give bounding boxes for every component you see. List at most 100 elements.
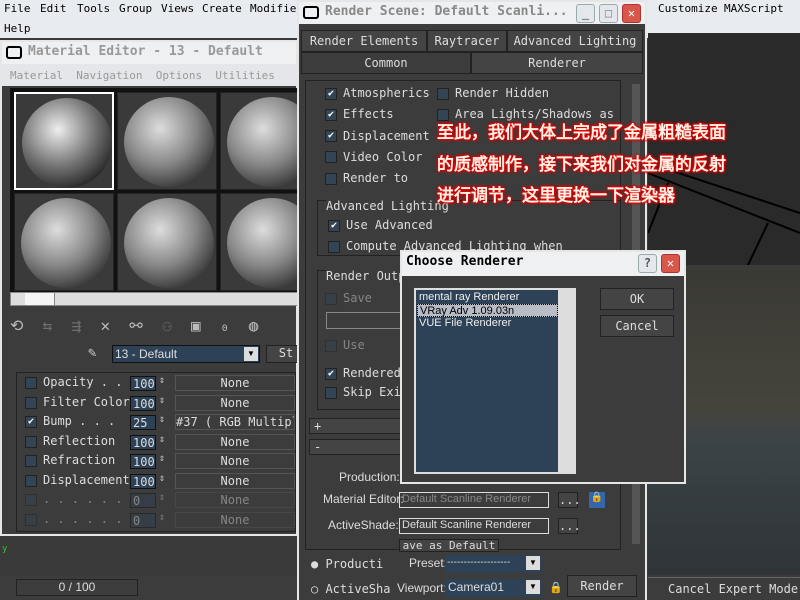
map-slot-button[interactable]: None [175,492,295,508]
map-slot-button[interactable]: None [175,472,295,489]
spinner-arrows-icon[interactable]: ⇕ [159,492,165,503]
map-slot-button[interactable]: None [175,375,295,391]
menu-file[interactable]: File [4,2,31,15]
renderer-list-item[interactable]: mental ray Renderer [417,291,558,304]
option-checkbox[interactable]: Video Color [325,150,422,168]
list-scrollbar[interactable] [558,290,574,472]
menu-create[interactable]: Create [202,2,242,15]
sample-slot[interactable] [117,193,217,291]
render-button[interactable]: Render [567,575,637,597]
time-slider-thumb[interactable]: 0 / 100 [16,579,138,596]
checkbox[interactable] [325,172,337,185]
map-slot-button[interactable]: None [175,453,295,469]
help-button[interactable]: ? [638,254,657,273]
close-button[interactable]: ✕ [622,4,641,23]
map-amount-spinner[interactable]: 100 [130,454,156,469]
sample-scrollbar[interactable] [10,292,298,306]
ok-button[interactable]: OK [600,288,674,310]
checkbox[interactable]: ✔ [325,87,337,100]
map-amount-spinner[interactable]: 100 [130,395,156,411]
menu-modifiers[interactable]: Modifie [250,2,296,15]
render-scene-title-bar[interactable]: Render Scene: Default Scanli... _ □ ✕ [299,2,645,24]
map-amount-spinner[interactable]: 0 [130,512,156,528]
viewport-lock-icon[interactable]: 🔒 [549,581,563,594]
chevron-down-icon[interactable]: ▼ [244,347,258,361]
close-button[interactable]: ✕ [661,254,680,273]
renderer-list-item[interactable]: VRay Adv 1.09.03n [417,304,558,317]
option-checkbox[interactable]: Render Hidden [437,86,549,104]
preset-dropdown[interactable]: ------------------- ▼ [445,555,541,573]
spinner-arrows-icon[interactable]: ⇕ [159,375,165,386]
map-slot-button[interactable]: #37 ( RGB Multipl [175,414,295,430]
cancel-expert-mode[interactable]: Cancel Expert Mode [668,582,798,596]
menu-help[interactable]: Help [4,22,31,35]
reset-map-icon[interactable]: ✕ [100,316,110,335]
material-id-icon[interactable]: ₀ [220,316,230,335]
spinner-arrows-icon[interactable]: ⇕ [159,512,165,523]
map-amount-spinner[interactable]: 100 [130,376,156,391]
checkbox[interactable] [325,386,337,399]
make-unique-icon[interactable]: ⚇ [162,316,172,335]
tab-renderer[interactable]: Renderer [471,52,643,74]
menu-material[interactable]: Material [10,69,63,82]
map-slot-button[interactable]: None [175,433,295,450]
option-checkbox[interactable]: ✔ Atmospherics [325,86,430,104]
map-amount-spinner[interactable]: 100 [130,473,156,489]
show-map-icon[interactable]: ◍ [249,316,259,335]
map-amount-spinner[interactable]: 25 [130,415,156,430]
map-amount-spinner[interactable]: 0 [130,493,156,508]
map-slot-button[interactable]: None [175,394,295,411]
material-editor-title-bar[interactable]: Material Editor - 13 - Default [2,42,296,64]
menu-edit[interactable]: Edit [40,2,67,15]
tab-render-elements[interactable]: Render Elements [301,30,427,52]
map-enable-checkbox[interactable] [25,474,37,487]
get-material-icon[interactable]: ⟲ [10,316,23,335]
dialog-title-bar[interactable]: Choose Renderer ? ✕ [402,252,684,276]
checkbox[interactable] [328,240,340,253]
put-to-library-icon[interactable]: ▣ [191,316,201,335]
spinner-arrows-icon[interactable]: ⇕ [159,453,165,464]
spinner-arrows-icon[interactable]: ⇕ [159,473,165,484]
material-editor-renderer-choose-button[interactable]: ... [558,492,581,508]
option-checkbox[interactable]: ✔ Effects [325,107,394,125]
option-checkbox[interactable]: ✔ Displacement [325,129,430,147]
chevron-down-icon[interactable]: ▼ [526,580,540,594]
eyedropper-icon[interactable]: ✎ [88,345,96,361]
option-checkbox[interactable]: Skip Exi [325,385,401,403]
menu-tools[interactable]: Tools [77,2,110,15]
map-amount-spinner[interactable]: 100 [130,434,156,450]
menu-options[interactable]: Options [156,69,202,82]
make-copy-icon[interactable]: ⚯ [129,316,142,335]
radio-activeshade[interactable]: ○ ActiveSha [311,582,390,596]
renderer-list[interactable]: mental ray Renderer VRay Adv 1.09.03n VUE … [414,288,576,474]
menu-navigation[interactable]: Navigation [76,69,142,82]
save-as-default-button[interactable]: ave as Default [399,539,499,552]
map-enable-checkbox[interactable] [25,494,37,506]
map-enable-checkbox[interactable] [25,455,37,467]
spinner-arrows-icon[interactable]: ⇕ [159,414,165,425]
assign-material-icon[interactable]: ⇶ [72,316,82,335]
renderer-list-item[interactable]: VUE File Renderer [417,317,558,330]
menu-group[interactable]: Group [119,2,152,15]
option-checkbox[interactable]: Save [325,291,372,309]
map-enable-checkbox[interactable] [25,513,37,526]
option-checkbox[interactable]: Use [325,338,365,356]
menu-maxscript[interactable]: MAXScript [724,2,784,15]
option-checkbox[interactable]: ✔ Use Advanced [328,218,433,236]
cancel-button[interactable]: Cancel [600,315,674,337]
radio-production[interactable]: ● Producti [311,557,383,571]
checkbox[interactable] [325,339,337,352]
sample-slot[interactable] [117,92,217,190]
map-slot-button[interactable]: None [175,511,295,528]
viewport-top[interactable] [647,33,800,266]
checkbox[interactable] [325,292,337,305]
activeshade-renderer-choose-button[interactable]: ... [558,518,581,534]
menu-customize[interactable]: Customize [658,2,718,15]
map-enable-checkbox[interactable] [25,396,37,409]
menu-utilities[interactable]: Utilities [215,69,275,82]
sample-slot[interactable] [220,92,298,190]
tab-common[interactable]: Common [301,52,471,74]
maximize-button[interactable]: □ [599,4,618,23]
time-slider[interactable]: 0 / 100 [0,576,298,600]
checkbox[interactable] [437,87,449,100]
